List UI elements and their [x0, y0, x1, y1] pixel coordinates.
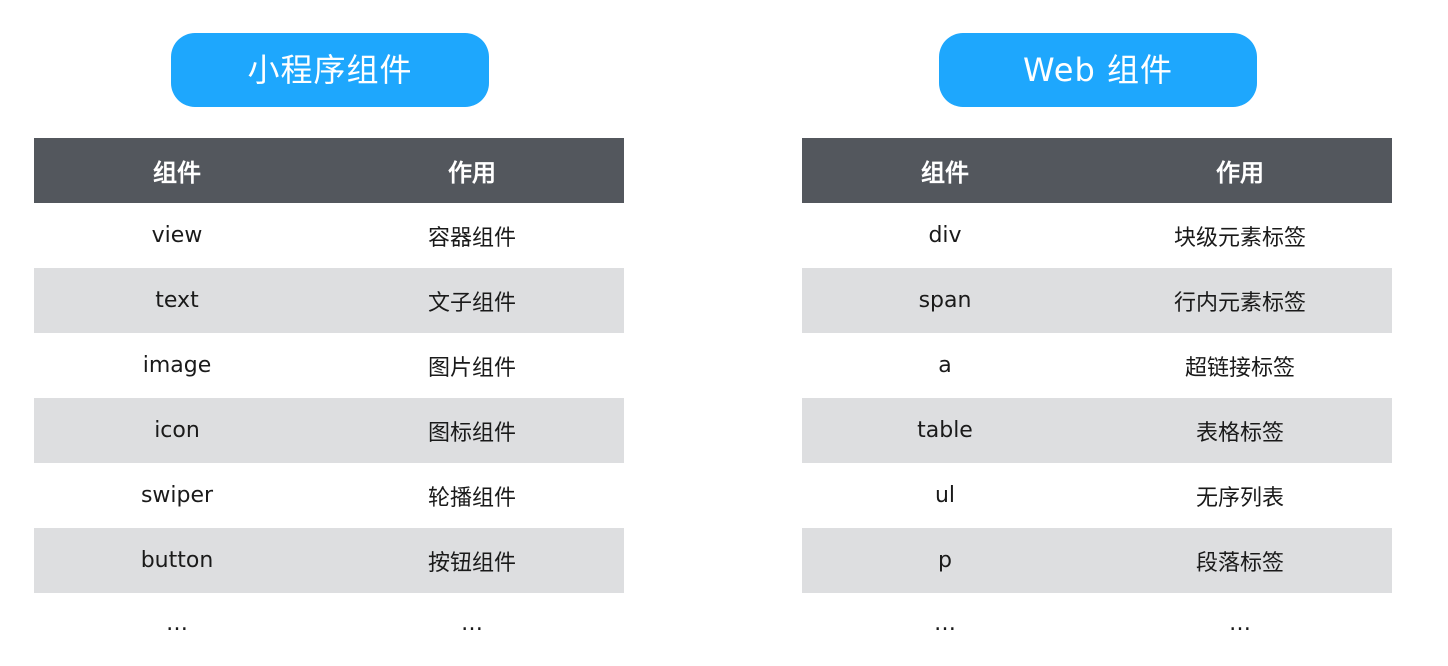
component-name: icon	[154, 418, 200, 443]
table-header-row: 组件 作用	[802, 138, 1392, 203]
tag-purpose: 无序列表	[1195, 485, 1284, 511]
component-purpose: 文子组件	[427, 290, 516, 316]
table-row: swiper 轮播组件	[34, 463, 624, 528]
tag-name: span	[918, 288, 972, 313]
component-purpose: 按钮组件	[427, 550, 516, 576]
tag-name: table	[917, 418, 973, 443]
table-row: ul 无序列表	[802, 463, 1392, 528]
component-name: button	[140, 548, 214, 573]
table-header-row: 组件 作用	[34, 138, 624, 203]
header-component: 组件	[921, 159, 969, 187]
table-row: button 按钮组件	[34, 528, 624, 593]
component-name: image	[142, 353, 212, 378]
tag-name: p	[938, 548, 952, 573]
header-component: 组件	[153, 159, 201, 187]
tag-purpose: 块级元素标签	[1173, 225, 1306, 251]
component-purpose: 轮播组件	[427, 485, 516, 511]
component-purpose: 图标组件	[427, 420, 516, 446]
table-row: text 文子组件	[34, 268, 624, 333]
tag-name: a	[938, 353, 952, 378]
table-row: image 图片组件	[34, 333, 624, 398]
component-purpose: 容器组件	[427, 225, 516, 251]
tag-purpose: 段落标签	[1195, 550, 1284, 576]
tag-name: ul	[934, 483, 956, 508]
tag-purpose: 行内元素标签	[1173, 290, 1306, 316]
table-row: div 块级元素标签	[802, 203, 1392, 268]
mini-program-components-table: 组件 作用 view 容器组件 text 文子组件 image 图片组件 ico…	[34, 138, 624, 653]
component-name: view	[151, 223, 203, 248]
component-name: text	[155, 288, 199, 313]
component-name: swiper	[140, 483, 214, 508]
table-ellipsis-row: … …	[34, 593, 624, 653]
web-title-pill: Web 组件	[939, 33, 1257, 107]
tag-purpose: 超链接标签	[1184, 355, 1295, 381]
table-row: view 容器组件	[34, 203, 624, 268]
header-purpose: 作用	[1216, 159, 1264, 187]
web-components-panel: Web 组件 组件 作用 div 块级元素标签 span 行内元素标签 a 超链…	[802, 0, 1392, 666]
ellipsis: …	[166, 610, 188, 636]
component-purpose: 图片组件	[427, 355, 516, 381]
table-row: table 表格标签	[802, 398, 1392, 463]
mini-program-title-pill: 小程序组件	[171, 33, 489, 107]
table-row: icon 图标组件	[34, 398, 624, 463]
table-row: a 超链接标签	[802, 333, 1392, 398]
ellipsis: …	[1229, 610, 1251, 636]
ellipsis: …	[934, 610, 956, 636]
table-row: p 段落标签	[802, 528, 1392, 593]
table-ellipsis-row: … …	[802, 593, 1392, 653]
mini-program-components-panel: 小程序组件 组件 作用 view 容器组件 text 文子组件 image 图片…	[34, 0, 624, 666]
tag-name: div	[928, 223, 962, 248]
header-purpose: 作用	[448, 159, 496, 187]
ellipsis: …	[461, 610, 483, 636]
table-row: span 行内元素标签	[802, 268, 1392, 333]
web-components-table: 组件 作用 div 块级元素标签 span 行内元素标签 a 超链接标签 tab…	[802, 138, 1392, 653]
tag-purpose: 表格标签	[1195, 420, 1284, 446]
